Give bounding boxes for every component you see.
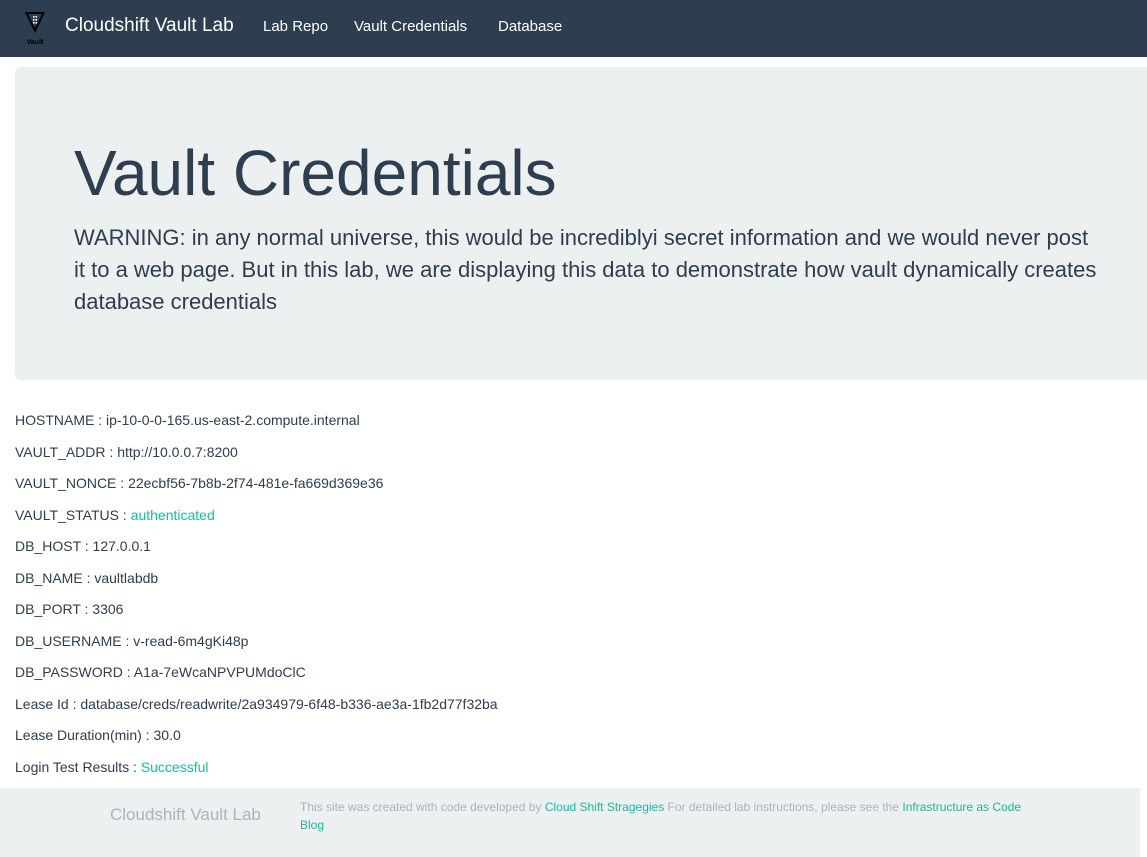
detail-row-db-username: DB_USERNAME : v-read-6m4gKi48p <box>15 626 1135 658</box>
detail-label: VAULT_STATUS <box>15 506 119 523</box>
vault-logo-text: Vault <box>27 39 44 46</box>
detail-label: Lease Duration(min) <box>15 727 142 743</box>
detail-value: database/creds/readwrite/2a934979-6f48-b… <box>80 695 498 712</box>
detail-separator: : <box>129 758 141 775</box>
detail-label: VAULT_NONCE <box>15 475 117 491</box>
detail-row-db-name: DB_NAME : vaultlabdb <box>15 563 1135 595</box>
detail-value: http://10.0.0.7:8200 <box>117 443 238 460</box>
detail-label: Lease Id <box>15 695 69 712</box>
detail-separator: : <box>82 569 95 586</box>
detail-label: HOSTNAME <box>15 412 95 428</box>
detail-row-vault-status: VAULT_STATUS : authenticated <box>15 500 1135 532</box>
detail-separator: : <box>116 475 129 491</box>
detail-row-db-port: DB_PORT : 3306 <box>15 594 1135 626</box>
detail-row-lease-id: Lease Id : database/creds/readwrite/2a93… <box>15 689 1135 721</box>
nav-link-lab-repo[interactable]: Lab Repo <box>263 18 328 35</box>
vault-status-value: authenticated <box>130 506 215 523</box>
detail-label: Login Test Results <box>15 758 130 775</box>
detail-separator: : <box>80 601 93 617</box>
footer-text-2: For detailed lab instructions, please se… <box>664 800 903 814</box>
detail-label: DB_NAME <box>15 569 83 586</box>
detail-row-vault-addr: VAULT_ADDR : http://10.0.0.7:8200 <box>15 437 1135 469</box>
detail-separator: : <box>118 506 131 523</box>
detail-separator: : <box>121 632 134 649</box>
vault-logo-icon[interactable]: Vault <box>24 11 46 46</box>
detail-row-login-test: Login Test Results : Successful <box>15 752 1135 784</box>
detail-label: DB_PASSWORD <box>15 664 123 680</box>
detail-value: A1a-7eWcaNPVPUMdoClC <box>133 664 306 680</box>
page-title: Vault Credentials <box>74 137 557 209</box>
detail-row-db-host: DB_HOST : 127.0.0.1 <box>15 531 1135 563</box>
detail-value: vaultlabdb <box>94 569 159 586</box>
cloud-shift-link[interactable]: Cloud Shift Stragegies <box>545 800 664 814</box>
detail-label: VAULT_ADDR <box>15 443 106 460</box>
detail-value: 127.0.0.1 <box>92 538 151 554</box>
detail-separator: : <box>141 727 154 743</box>
detail-separator: : <box>122 664 134 680</box>
nav-link-database[interactable]: Database <box>498 18 562 35</box>
detail-label: DB_HOST <box>15 538 81 554</box>
detail-value: v-read-6m4gKi48p <box>133 632 249 649</box>
detail-separator: : <box>68 695 81 712</box>
detail-separator: : <box>105 443 118 460</box>
detail-separator: : <box>94 412 107 428</box>
detail-label: DB_USERNAME <box>15 632 122 649</box>
navbar-brand[interactable]: Cloudshift Vault Lab <box>65 15 234 37</box>
detail-value: ip-10-0-0-165.us-east-2.compute.internal <box>106 412 360 428</box>
detail-row-lease-duration: Lease Duration(min) : 30.0 <box>15 720 1135 752</box>
detail-label: DB_PORT <box>15 601 81 617</box>
detail-value: 3306 <box>92 601 124 617</box>
login-test-value: Successful <box>140 758 209 775</box>
detail-row-db-password: DB_PASSWORD : A1a-7eWcaNPVPUMdoClC <box>15 657 1135 689</box>
footer-brand: Cloudshift Vault Lab <box>110 805 261 824</box>
detail-separator: : <box>80 538 93 554</box>
top-navbar: Vault Cloudshift Vault Lab Lab Repo Vaul… <box>0 0 1147 57</box>
jumbotron: Vault Credentials WARNING: in any normal… <box>15 67 1147 380</box>
nav-link-vault-credentials[interactable]: Vault Credentials <box>354 18 467 35</box>
detail-row-hostname: HOSTNAME : ip-10-0-0-165.us-east-2.compu… <box>15 405 1135 437</box>
footer-text: This site was created with code develope… <box>300 798 1040 834</box>
detail-row-vault-nonce: VAULT_NONCE : 22ecbf56-7b8b-2f74-481e-fa… <box>15 468 1135 500</box>
footer-text-1: This site was created with code develope… <box>300 800 545 814</box>
detail-value: 30.0 <box>153 727 181 743</box>
warning-text: WARNING: in any normal universe, this wo… <box>74 225 1097 314</box>
credential-details: HOSTNAME : ip-10-0-0-165.us-east-2.compu… <box>15 405 1135 783</box>
detail-value: 22ecbf56-7b8b-2f74-481e-fa669d369e36 <box>128 475 384 491</box>
page-footer: Cloudshift Vault Lab This site was creat… <box>0 788 1140 857</box>
